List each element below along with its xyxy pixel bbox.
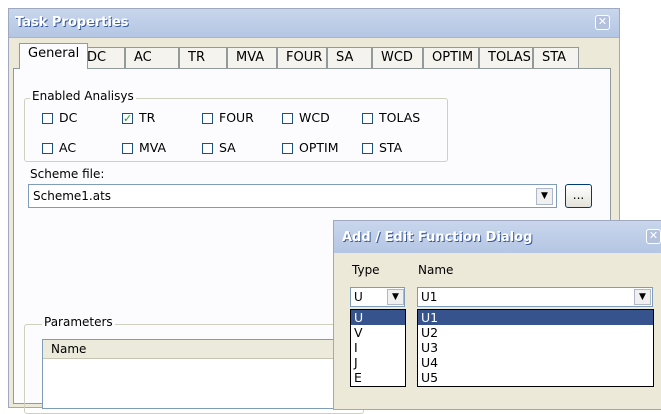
checkbox-tr[interactable]: ✓ xyxy=(122,113,133,124)
checkbox-optim[interactable] xyxy=(282,143,293,154)
checkbox-dc[interactable] xyxy=(42,113,53,124)
checkbox-ac[interactable] xyxy=(42,143,53,154)
checkbox-four[interactable] xyxy=(202,113,213,124)
parameters-table[interactable]: Name xyxy=(42,339,362,409)
scheme-file-value: Scheme1.ats xyxy=(33,189,112,203)
checkbox-four-label: FOUR xyxy=(219,110,254,125)
checkbox-mva-label: MVA xyxy=(139,140,167,155)
checkbox-tolas-label: TOLAS xyxy=(379,110,421,125)
type-combo[interactable]: U ▼ xyxy=(350,287,405,307)
checkbox-sta-label: STA xyxy=(379,140,403,155)
enabled-analysis-legend: Enabled Analisys xyxy=(30,89,136,103)
type-dropdown-list[interactable]: U V I J E xyxy=(350,309,406,387)
tab-sa[interactable]: SA xyxy=(327,47,372,68)
dialog-close-icon[interactable]: ✕ xyxy=(646,229,661,244)
checkbox-optim-label: OPTIM xyxy=(299,140,339,155)
name-dropdown-list[interactable]: U1 U2 U3 U4 U5 xyxy=(417,309,654,387)
list-item[interactable]: V xyxy=(351,325,405,340)
scheme-file-combo[interactable]: Scheme1.ats ▼ xyxy=(28,184,557,208)
tab-four[interactable]: FOUR xyxy=(277,47,327,68)
checkbox-wcd[interactable] xyxy=(282,113,293,124)
list-item[interactable]: U xyxy=(351,310,405,325)
window-title: Task Properties xyxy=(15,15,129,30)
checkbox-wcd-label: WCD xyxy=(299,110,330,125)
list-item[interactable]: I xyxy=(351,340,405,355)
checkbox-tolas[interactable] xyxy=(362,113,373,124)
title-bar: Task Properties ✕ xyxy=(9,9,619,38)
list-item[interactable]: U4 xyxy=(418,355,653,370)
checkbox-tr-label: TR xyxy=(139,110,156,125)
tab-optim[interactable]: OPTIM xyxy=(423,47,479,68)
close-icon[interactable]: ✕ xyxy=(595,15,610,30)
list-item[interactable]: U3 xyxy=(418,340,653,355)
checkbox-sa-label: SA xyxy=(219,140,236,155)
list-item[interactable]: E xyxy=(351,370,405,385)
type-label: Type xyxy=(352,263,380,277)
tab-tr[interactable]: TR xyxy=(179,47,227,68)
add-edit-function-dialog: Add / Edit Function Dialog ✕ Type Name U… xyxy=(333,220,661,410)
table-header: Name xyxy=(43,340,361,359)
type-chevron-down-icon[interactable]: ▼ xyxy=(387,289,404,305)
name-value: U1 xyxy=(421,290,438,304)
tab-ac[interactable]: AC xyxy=(125,47,179,68)
name-chevron-down-icon[interactable]: ▼ xyxy=(634,289,651,305)
tab-mva[interactable]: MVA xyxy=(227,47,277,68)
checkbox-sta[interactable] xyxy=(362,143,373,154)
type-value: U xyxy=(354,290,363,304)
dialog-title-bar: Add / Edit Function Dialog ✕ xyxy=(334,221,661,253)
tab-sta[interactable]: STA xyxy=(533,47,579,68)
checkbox-dc-label: DC xyxy=(59,110,78,125)
dialog-title: Add / Edit Function Dialog xyxy=(342,230,533,245)
list-item[interactable]: J xyxy=(351,355,405,370)
chevron-down-icon[interactable]: ▼ xyxy=(536,188,553,205)
list-item[interactable]: U2 xyxy=(418,325,653,340)
parameters-legend: Parameters xyxy=(42,315,115,329)
checkbox-ac-label: AC xyxy=(59,140,77,155)
checkbox-mva[interactable] xyxy=(122,143,133,154)
checkbox-sa[interactable] xyxy=(202,143,213,154)
column-header-name[interactable]: Name xyxy=(51,342,86,356)
name-label: Name xyxy=(418,263,454,277)
name-combo[interactable]: U1 ▼ xyxy=(417,287,653,307)
tab-tolas[interactable]: TOLAS xyxy=(479,47,533,68)
tab-wcd[interactable]: WCD xyxy=(372,47,423,68)
list-item[interactable]: U5 xyxy=(418,370,653,385)
scheme-file-label: Scheme file: xyxy=(30,167,105,181)
browse-button[interactable]: ... xyxy=(565,184,592,208)
tab-general[interactable]: General xyxy=(19,43,89,69)
list-item[interactable]: U1 xyxy=(418,310,653,325)
